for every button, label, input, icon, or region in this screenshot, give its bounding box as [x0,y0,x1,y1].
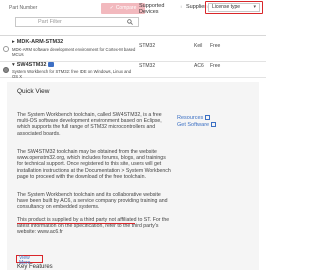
part-number-column: Part Number ✓ Compare Part Filter [9,3,147,33]
license-type-label: License type [212,4,241,10]
resources-link-label: Resources [177,115,204,121]
supported-devices-label: Supported Devices [139,3,165,15]
chevron-down-icon: ▾ [253,4,256,10]
supplier-cell: AC6 [194,63,204,69]
license-cell: Free [210,43,221,49]
tag-icon [48,62,55,68]
row-radio-selected[interactable] [3,67,9,73]
document-icon [211,122,217,128]
supplier-header[interactable]: Supplier [186,4,206,10]
highlight-underline [17,223,135,224]
product-name-text: MDK-ARM-STM32 [16,39,64,45]
search-icon[interactable] [127,19,133,25]
resources-link[interactable]: Resources [177,115,216,122]
part-number-label: Part Number [9,5,38,11]
product-name-text: SW4STM32 [16,62,47,68]
table-header: Part Number ✓ Compare Part Filter Support… [0,0,266,36]
sort-devices-icon[interactable]: ↕ [180,4,182,9]
caret-down-icon: ▾ [12,62,15,68]
supported-devices-cell: STM32 [139,63,156,69]
get-software-link[interactable]: Get Software [177,122,217,129]
product-description: MDK-ARM software development environment… [12,47,136,57]
document-icon [205,115,211,121]
part-filter-input[interactable]: Part Filter [15,17,139,27]
product-name[interactable]: ▸ MDK-ARM-STM32 [12,39,63,45]
checkmark-icon: ✓ [109,5,114,11]
product-name[interactable]: ▾ SW4STM32 [12,62,55,68]
caret-right-icon: ▸ [12,39,15,45]
supported-devices-cell: STM32 [139,43,156,49]
quick-view-panel: Quick View The System Workbench toolchai… [7,82,259,270]
row-radio[interactable] [3,46,9,52]
supplier-cell: Keil [194,43,203,49]
quick-view-title: Quick View [17,88,50,95]
description-paragraph: The System Workbench toolchain, called S… [17,112,162,137]
key-features-heading: Key Features [17,264,53,270]
part-filter-placeholder: Part Filter [38,19,62,25]
supported-devices-header[interactable]: Supported Devices [139,3,164,15]
table-row[interactable]: ▸ MDK-ARM-STM32 MDK-ARM software developm… [0,36,266,62]
license-cell: Free [210,63,221,69]
third-party-notice: This product is supplied by a third part… [17,217,170,236]
supplier-label: Supplier [186,4,207,10]
description-paragraph: The SW4STM32 toolchain may be obtained f… [17,149,171,180]
get-software-link-label: Get Software [177,122,210,128]
product-description: System Workbench for STM32: free IDE on … [12,69,132,79]
table-row[interactable]: ▾ SW4STM32 System Workbench for STM32: fr… [0,62,266,79]
license-type-select[interactable]: License type ▾ [208,3,260,12]
view-more-link[interactable]: View More [16,255,43,266]
compare-label: Compare [115,5,137,11]
description-paragraph: The System Workbench toolchain and its c… [17,192,168,211]
links-section: Resources Get Software [177,115,217,129]
